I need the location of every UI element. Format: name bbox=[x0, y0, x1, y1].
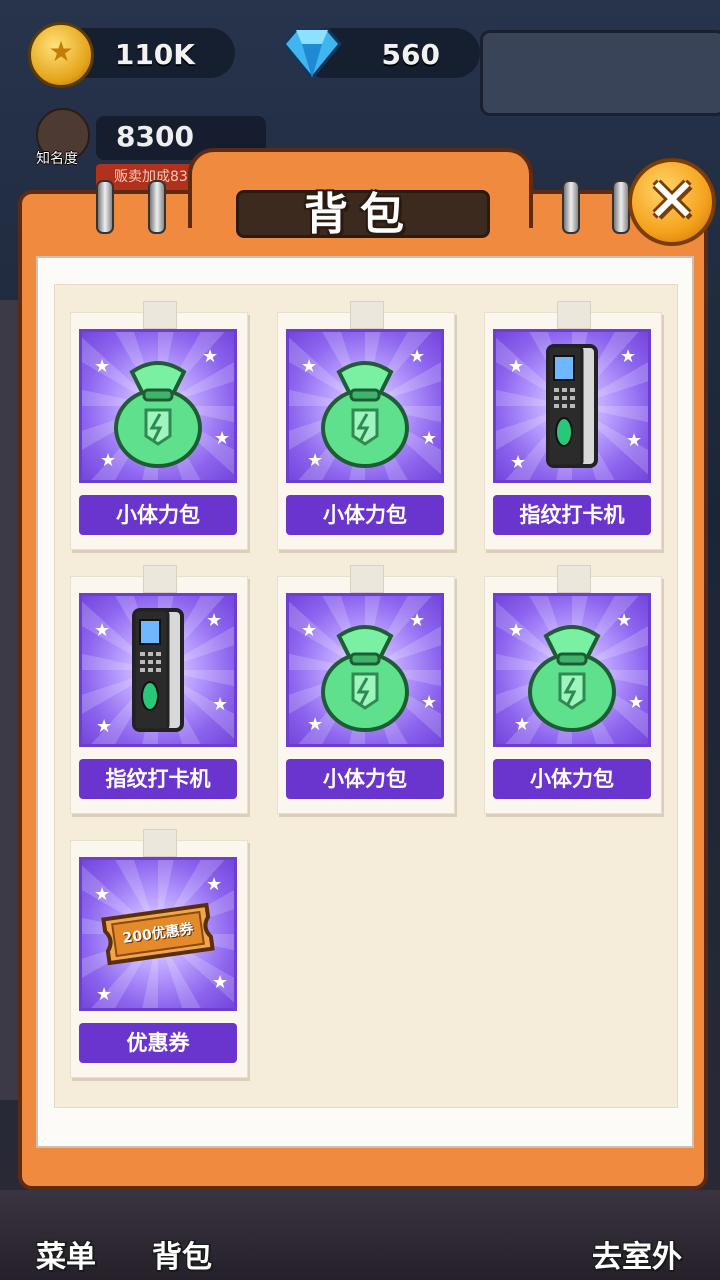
go-outside-button[interactable]: 去室外 bbox=[592, 1232, 682, 1276]
bag-button[interactable]: 背包 bbox=[152, 1232, 212, 1276]
green-energy-bag-icon bbox=[321, 625, 409, 732]
background-shelf bbox=[480, 30, 720, 116]
binder-ring-icon bbox=[96, 180, 114, 234]
item-frame: ★ ★ ★ ★ bbox=[79, 329, 237, 483]
tape bbox=[557, 301, 591, 329]
item-label: 指纹打卡机 bbox=[79, 759, 237, 799]
binder-ring-icon bbox=[148, 180, 166, 234]
coin-icon bbox=[28, 22, 94, 88]
tape bbox=[143, 301, 177, 329]
fingerprint-clock-icon bbox=[546, 344, 598, 468]
item-card[interactable]: ★ ★ ★ ★ 小体力包 bbox=[277, 565, 455, 814]
item-label: 小体力包 bbox=[493, 759, 651, 799]
tape bbox=[143, 829, 177, 857]
item-frame: ★ ★ ★ ★ bbox=[286, 329, 444, 483]
item-label: 指纹打卡机 bbox=[493, 495, 651, 535]
gem-value: 560 bbox=[381, 38, 440, 71]
item-card[interactable]: ★ ★ ★ ★ 指纹打卡机 bbox=[484, 301, 662, 550]
item-label: 小体力包 bbox=[79, 495, 237, 535]
item-card[interactable]: ★ ★ ★ ★ 200优惠券 优惠券 bbox=[70, 829, 248, 1078]
item-card[interactable]: ★ ★ ★ ★ 小体力包 bbox=[277, 301, 455, 550]
green-energy-bag-icon bbox=[528, 625, 616, 732]
item-label: 小体力包 bbox=[286, 759, 444, 799]
item-label: 小体力包 bbox=[286, 495, 444, 535]
coin-value: 110K bbox=[114, 38, 195, 71]
fingerprint-clock-icon bbox=[132, 608, 184, 732]
item-frame: ★ ★ ★ ★ 200优惠券 bbox=[79, 857, 237, 1011]
item-frame: ★ ★ ★ ★ bbox=[493, 329, 651, 483]
tape bbox=[143, 565, 177, 593]
green-energy-bag-icon bbox=[321, 361, 409, 468]
tape bbox=[350, 565, 384, 593]
menu-button[interactable]: 菜单 bbox=[36, 1232, 96, 1276]
green-energy-bag-icon bbox=[114, 361, 202, 468]
tape bbox=[557, 565, 591, 593]
item-frame: ★ ★ ★ ★ bbox=[79, 593, 237, 747]
item-label: 优惠券 bbox=[79, 1023, 237, 1063]
binder-ring-icon bbox=[562, 180, 580, 234]
fame-value: 8300 bbox=[116, 120, 194, 153]
diamond-icon bbox=[282, 28, 342, 80]
close-button[interactable]: ✕ bbox=[628, 158, 716, 246]
page-title: 背包 bbox=[304, 189, 416, 240]
item-frame: ★ ★ ★ ★ bbox=[493, 593, 651, 747]
close-x-icon: ✕ bbox=[646, 166, 698, 236]
fame-label: 知名度 bbox=[36, 151, 78, 167]
tape bbox=[350, 301, 384, 329]
item-card[interactable]: ★ ★ ★ ★ 小体力包 bbox=[70, 301, 248, 550]
item-card[interactable]: ★ ★ ★ ★ 指纹打卡机 bbox=[70, 565, 248, 814]
background-wall bbox=[0, 300, 20, 1100]
item-frame: ★ ★ ★ ★ bbox=[286, 593, 444, 747]
item-card[interactable]: ★ ★ ★ ★ 小体力包 bbox=[484, 565, 662, 814]
